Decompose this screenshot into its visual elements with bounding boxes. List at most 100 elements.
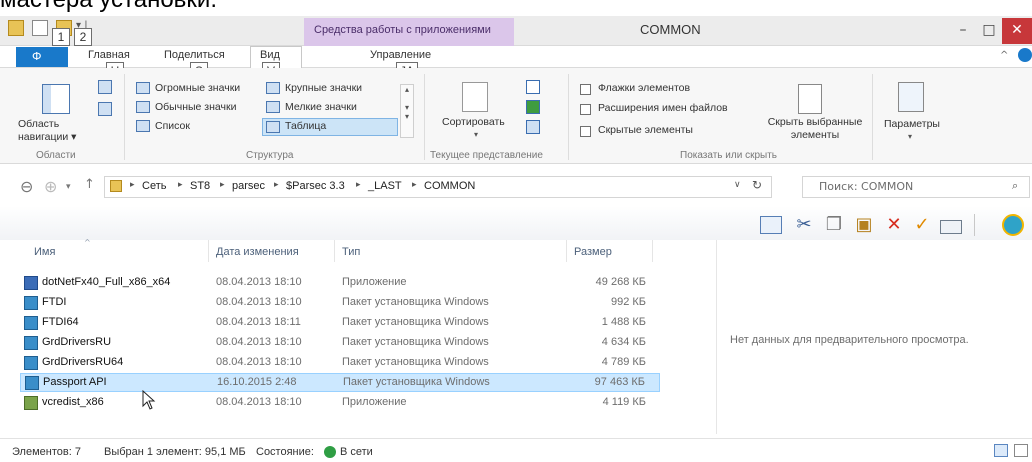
extensions-label: Расширения имен файлов: [598, 102, 728, 114]
close-button[interactable]: ✕: [1002, 18, 1032, 44]
file-row[interactable]: FTDI64 08.04.2013 18:11 Пакет установщик…: [20, 314, 660, 333]
status-selection: Выбран 1 элемент: 95,1 МБ: [104, 446, 246, 458]
tab-share[interactable]: Поделиться: [164, 49, 225, 61]
group-label-areas: Области: [36, 150, 76, 161]
forward-icon[interactable]: ⊕: [44, 177, 57, 196]
toolbar: [0, 206, 1032, 240]
sort-button[interactable]: Сортировать: [442, 116, 505, 128]
hidden-items-checkbox[interactable]: [580, 126, 591, 137]
options-button[interactable]: Параметры: [884, 118, 940, 130]
up-icon[interactable]: ↑: [84, 177, 95, 192]
column-divider[interactable]: [652, 240, 653, 262]
breadcrumb-item[interactable]: Сеть: [142, 180, 166, 192]
layout-icon[interactable]: [760, 216, 782, 234]
online-status-icon: [324, 446, 336, 458]
maximize-button[interactable]: □: [976, 18, 1002, 44]
layout-large-icons[interactable]: Крупные значки: [285, 82, 362, 94]
large-icons-toggle-icon[interactable]: [1014, 444, 1028, 457]
file-row[interactable]: vcredist_x86 08.04.2013 18:10 Приложение…: [20, 394, 660, 413]
layout-small-icons[interactable]: Мелкие значки: [285, 101, 357, 113]
collapse-ribbon-icon[interactable]: ^: [1000, 50, 1008, 61]
column-header-size[interactable]: Размер: [574, 246, 612, 258]
hide-selected-button[interactable]: Скрыть выбранные элементы: [760, 116, 870, 142]
properties-icon[interactable]: [940, 220, 962, 234]
preview-empty-text: Нет данных для предварительного просмотр…: [730, 334, 969, 346]
properties-icon[interactable]: [32, 20, 48, 36]
tab-file[interactable]: Ф: [16, 47, 68, 67]
group-by-icon[interactable]: [526, 80, 540, 94]
breadcrumb-item[interactable]: $Parsec 3.3: [286, 180, 345, 192]
item-flags-checkbox[interactable]: [580, 84, 591, 95]
file-row-selected[interactable]: Passport API 16.10.2015 2:48 Пакет устан…: [20, 373, 660, 392]
file-row[interactable]: GrdDriversRU64 08.04.2013 18:10 Пакет ус…: [20, 354, 660, 373]
huge-icons-icon: [136, 82, 150, 94]
keytip-qat-2: 2: [74, 28, 92, 46]
options-dropdown-icon[interactable]: ▾: [908, 132, 912, 141]
breadcrumb-item[interactable]: _LAST: [368, 180, 402, 192]
rename-icon[interactable]: ✓: [910, 214, 934, 236]
chevron-right-icon: ▸: [220, 180, 225, 190]
breadcrumb-item[interactable]: parsec: [232, 180, 265, 192]
chevron-right-icon: ▸: [356, 180, 361, 190]
layout-table-selected[interactable]: [262, 118, 398, 136]
breadcrumb-item[interactable]: ST8: [190, 180, 210, 192]
sort-dropdown-icon[interactable]: ▾: [474, 130, 478, 139]
group-label-current-view: Текущее представление: [430, 150, 543, 161]
status-state-value: В сети: [340, 446, 373, 458]
extensions-checkbox[interactable]: [580, 104, 591, 115]
column-header-name[interactable]: Имя: [34, 246, 55, 258]
tab-view[interactable]: Вид: [260, 49, 280, 61]
msi-package-icon: [24, 356, 38, 370]
tab-home[interactable]: Главная: [88, 49, 130, 61]
file-type: Приложение: [342, 396, 407, 408]
group-label-structure: Структура: [246, 150, 294, 161]
column-header-date[interactable]: Дата изменения: [216, 246, 299, 258]
layout-gallery-scroll[interactable]: ▴ ▾ ▾: [400, 84, 414, 138]
details-view-toggle-icon[interactable]: [994, 444, 1008, 457]
file-row[interactable]: GrdDriversRU 08.04.2013 18:10 Пакет уста…: [20, 334, 660, 353]
minimize-button[interactable]: –: [950, 18, 976, 44]
delete-icon[interactable]: ✕: [882, 214, 906, 236]
layout-table[interactable]: Таблица: [285, 120, 326, 132]
size-columns-icon[interactable]: [526, 120, 540, 134]
large-icons-icon: [266, 82, 280, 94]
ribbon-separator: [424, 74, 425, 160]
caption-strip: мастера установки.: [0, 0, 1032, 16]
tab-manage[interactable]: Управление: [370, 49, 431, 61]
group-label-show-hide: Показать или скрыть: [680, 150, 777, 161]
file-date: 08.04.2013 18:11: [216, 316, 301, 328]
ribbon-separator: [872, 74, 873, 160]
file-type: Пакет установщика Windows: [342, 316, 489, 328]
file-row[interactable]: dotNetFx40_Full_x86_x64 08.04.2013 18:10…: [20, 274, 660, 293]
file-date: 08.04.2013 18:10: [216, 396, 302, 408]
copy-icon[interactable]: ❐: [822, 214, 846, 236]
navigation-pane-button[interactable]: Область навигации ▾: [18, 118, 76, 144]
column-divider[interactable]: [334, 240, 335, 262]
normal-icons-icon: [136, 101, 150, 113]
search-input[interactable]: Поиск: COMMON: [802, 176, 1030, 198]
details-pane-icon[interactable]: [98, 102, 112, 116]
help-icon[interactable]: [1018, 48, 1032, 62]
file-name: Passport API: [43, 376, 107, 388]
layout-normal-icons[interactable]: Обычные значки: [155, 101, 236, 113]
back-icon[interactable]: ⊖: [20, 177, 33, 196]
layout-huge-icons[interactable]: Огромные значки: [155, 82, 240, 94]
caption-text: мастера установки.: [0, 0, 217, 14]
column-header-type[interactable]: Тип: [342, 246, 360, 258]
refresh-icon[interactable]: ↻: [752, 178, 762, 192]
file-row[interactable]: FTDI 08.04.2013 18:10 Пакет установщика …: [20, 294, 660, 313]
file-type: Пакет установщика Windows: [342, 356, 489, 368]
column-divider[interactable]: [208, 240, 209, 262]
globe-icon[interactable]: [1002, 214, 1024, 236]
breadcrumb-item[interactable]: COMMON: [424, 180, 475, 192]
recent-locations-icon[interactable]: ▾: [66, 182, 71, 192]
search-icon[interactable]: ⌕: [1012, 179, 1018, 193]
add-columns-icon[interactable]: [526, 100, 540, 114]
address-dropdown-icon[interactable]: ∨: [734, 180, 741, 190]
list-icon: [136, 120, 150, 132]
paste-icon[interactable]: ▣: [852, 214, 876, 236]
layout-list[interactable]: Список: [155, 120, 190, 132]
column-divider[interactable]: [566, 240, 567, 262]
cut-icon[interactable]: ✂: [792, 214, 816, 236]
preview-pane-icon[interactable]: [98, 80, 112, 94]
